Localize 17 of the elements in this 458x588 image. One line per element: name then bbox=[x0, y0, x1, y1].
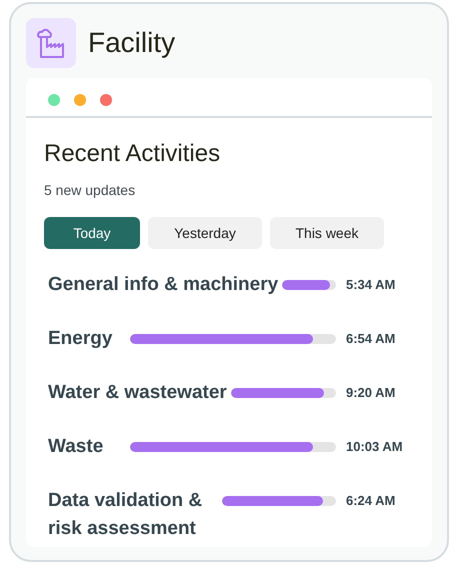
filter-tab[interactable]: Today bbox=[44, 217, 140, 249]
filter-tab[interactable]: This week bbox=[270, 217, 384, 249]
activity-time: 10:03 AM bbox=[346, 438, 404, 456]
updates-count: 5 new updates bbox=[44, 181, 136, 200]
activity-time: 5:34 AM bbox=[346, 276, 396, 294]
page-title: Facility bbox=[88, 26, 176, 60]
activity-name: Energy bbox=[48, 327, 114, 351]
factory-icon bbox=[26, 18, 76, 68]
activity-time: 6:54 AM bbox=[346, 330, 396, 348]
filter-tab[interactable]: Yesterday bbox=[148, 217, 262, 249]
activity-time: 9:20 AM bbox=[346, 384, 396, 402]
section-title: Recent Activities bbox=[44, 139, 222, 169]
activity-name: Waste bbox=[48, 435, 104, 459]
activity-name: Water & wastewater bbox=[48, 381, 227, 405]
activity-name: General info & machinery bbox=[48, 273, 278, 297]
activity-name: Data validation & risk assessment bbox=[48, 489, 204, 541]
activity-time: 6:24 AM bbox=[346, 492, 396, 510]
